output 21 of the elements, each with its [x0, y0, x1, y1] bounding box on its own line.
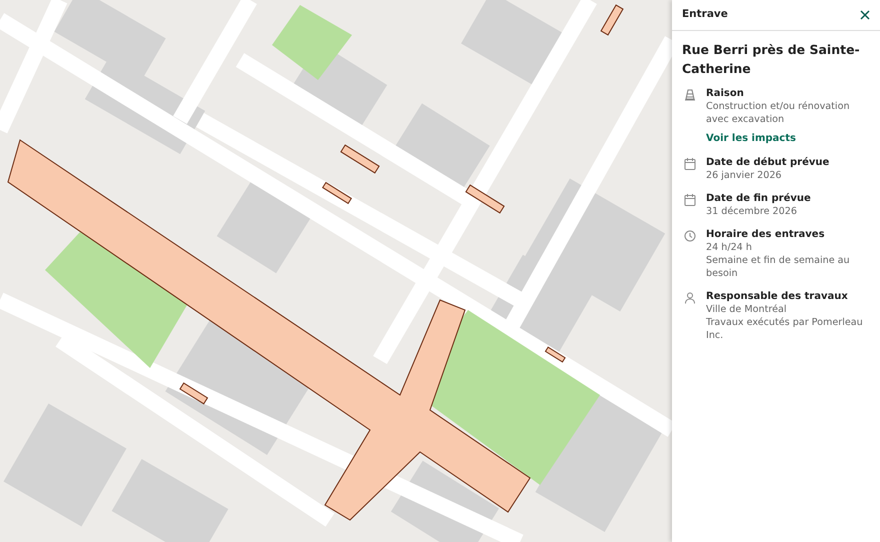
person-icon [684, 290, 696, 304]
panel-title: Entrave [682, 7, 728, 22]
field-value: 31 décembre 2026 [706, 204, 798, 218]
calendar-icon [684, 192, 696, 206]
close-button[interactable] [858, 8, 872, 22]
field-label: Date de début prévue [706, 156, 830, 168]
location-title: Rue Berri près de Sainte-Catherine [682, 41, 861, 78]
field-value: Semaine et fin de semaine au besoin [706, 254, 851, 280]
cone-icon [684, 88, 696, 102]
field-label: Date de fin prévue [706, 192, 811, 204]
field-label: Horaire des entraves [706, 228, 826, 240]
field-label: Raison [706, 86, 745, 100]
calendar-icon [684, 156, 696, 170]
field-value: 24 h/24 h [706, 240, 753, 254]
field-value: Travaux exécutés par Pomerleau Inc. [706, 316, 864, 342]
field-value: Construction et/ou rénovation avec excavation [706, 100, 851, 126]
clock-icon [684, 228, 696, 242]
impacts-link[interactable]: Voir les impacts [706, 130, 796, 146]
field-value: Ville de Montréal [706, 302, 788, 316]
field-value: 26 janvier 2026 [706, 168, 783, 182]
field-label: Responsable des travaux [706, 290, 849, 302]
